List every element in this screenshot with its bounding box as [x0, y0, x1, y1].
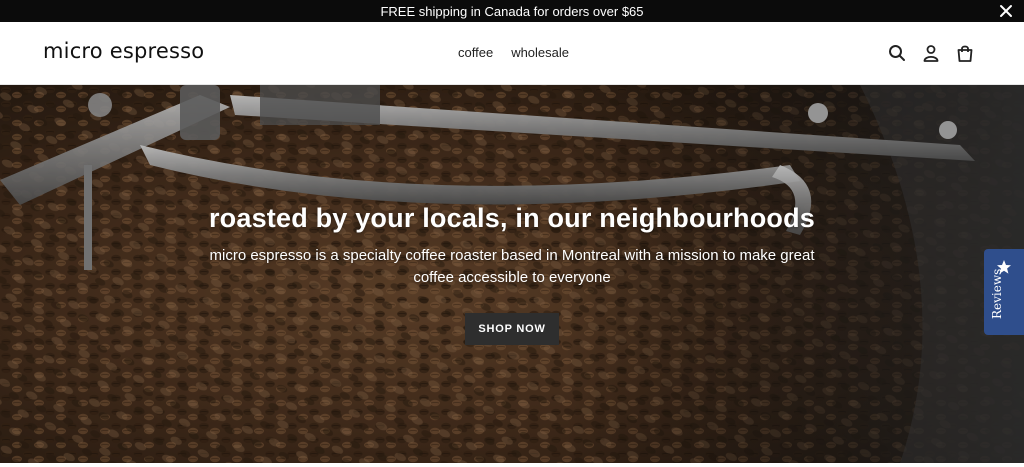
reviews-tab-label: Reviews [990, 268, 1004, 319]
site-logo[interactable]: micro espresso [43, 39, 204, 63]
site-header: micro espresso coffee wholesale [0, 22, 1024, 85]
hero-banner: roasted by your locals, in our neighbour… [0, 85, 1024, 463]
close-icon[interactable] [998, 3, 1014, 19]
shop-now-button[interactable]: SHOP NOW [465, 313, 559, 345]
nav-link-wholesale[interactable]: wholesale [511, 45, 569, 60]
page-bottom-strip [0, 463, 1024, 467]
search-icon[interactable] [888, 44, 906, 62]
announcement-bar: FREE shipping in Canada for orders over … [0, 0, 1024, 22]
account-icon[interactable] [922, 44, 940, 62]
announcement-text: FREE shipping in Canada for orders over … [380, 3, 644, 19]
header-icons [888, 44, 974, 62]
cart-icon[interactable] [956, 44, 974, 62]
nav-link-coffee[interactable]: coffee [458, 45, 493, 60]
hero-subtitle: micro espresso is a specialty coffee roa… [209, 247, 815, 286]
main-nav: coffee wholesale [458, 45, 569, 60]
hero-title: roasted by your locals, in our neighbour… [208, 203, 816, 233]
reviews-tab[interactable]: Reviews [984, 249, 1024, 335]
